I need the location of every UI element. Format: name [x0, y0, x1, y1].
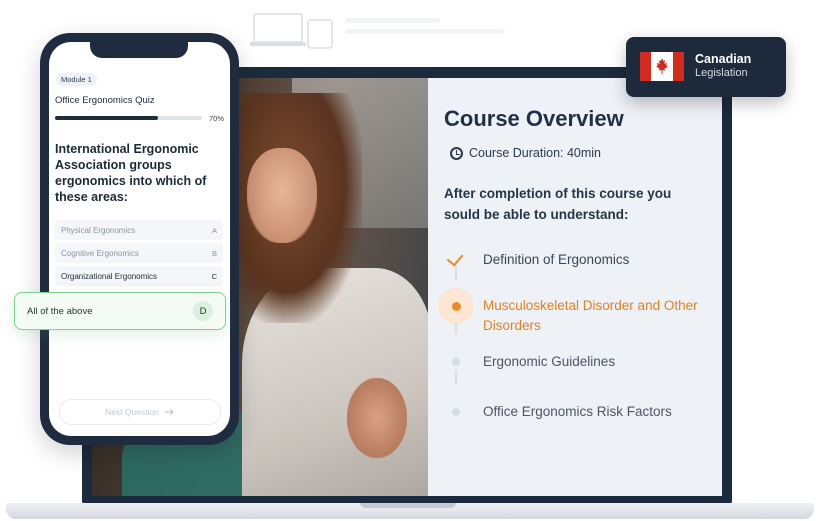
- badge-subtitle: Legislation: [695, 67, 748, 79]
- topic-marker: [438, 288, 474, 324]
- answer-option-text: Cognitive Ergonomics: [61, 248, 139, 258]
- quiz-progress-fill: [55, 116, 158, 120]
- quiz-title: Office Ergonomics Quiz: [55, 95, 155, 106]
- badge-title: Canadian: [695, 52, 752, 66]
- answer-option-key: D: [193, 301, 213, 321]
- topic-label: Musculoskeletal Disorder and Other Disor…: [483, 298, 698, 333]
- answer-option-a[interactable]: Physical Ergonomics A: [55, 220, 223, 240]
- legislation-badge[interactable]: Canadian Legislation: [626, 37, 786, 97]
- topic-marker: [442, 398, 470, 426]
- next-question-label: Next Question: [105, 407, 159, 417]
- topic-list: Definition of Ergonomics Musculoskeletal…: [428, 238, 722, 419]
- background-text-lines: [345, 18, 515, 44]
- topic-item[interactable]: Musculoskeletal Disorder and Other Disor…: [438, 288, 712, 336]
- phone-notch: [90, 42, 188, 58]
- quiz-question: International Ergonomic Association grou…: [55, 142, 207, 204]
- topic-item[interactable]: Definition of Ergonomics: [442, 246, 712, 274]
- photo-person-face: [247, 148, 317, 243]
- answer-option-d-selected[interactable]: All of the above D: [14, 292, 226, 330]
- clock-icon: [450, 146, 463, 160]
- topic-label: Ergonomic Guidelines: [483, 354, 616, 369]
- answer-option-key: B: [211, 248, 217, 258]
- laptop-base-notch: [360, 503, 456, 508]
- course-overview-panel: Course Overview Course Duration: 40min A…: [428, 78, 722, 496]
- answer-option-text: Physical Ergonomics: [61, 225, 136, 235]
- pending-dot-icon: [452, 408, 460, 416]
- topic-item[interactable]: Office Ergonomics Risk Factors: [442, 398, 712, 426]
- devices-illustration: [250, 10, 340, 50]
- answer-option-key: A: [211, 225, 217, 235]
- next-question-button[interactable]: Next Question: [59, 399, 221, 425]
- topic-item[interactable]: Ergonomic Guidelines: [442, 348, 712, 376]
- topic-marker: [442, 348, 470, 376]
- answer-option-c[interactable]: Organizational Ergonomics C: [55, 266, 223, 286]
- active-dot-icon: [452, 302, 461, 311]
- topic-label: Office Ergonomics Risk Factors: [483, 404, 672, 419]
- answer-option-key: C: [211, 271, 217, 281]
- photo-person-hand: [347, 378, 407, 458]
- pending-dot-icon: [452, 358, 460, 366]
- answer-option-text: Organizational Ergonomics: [61, 271, 158, 281]
- answer-option-text: All of the above: [27, 305, 93, 317]
- quiz-progress-label: 70%: [209, 114, 225, 123]
- arrow-right-icon: [164, 408, 174, 416]
- course-duration-text: Course Duration: 40min: [469, 146, 602, 160]
- topic-marker: [442, 246, 470, 274]
- canada-flag-icon: [640, 52, 684, 81]
- quiz-progress-bar: [55, 116, 202, 120]
- course-intro: After completion of this course you soul…: [444, 186, 672, 222]
- course-title: Course Overview: [444, 106, 624, 131]
- phone-screen: Module 1 Office Ergonomics Quiz 70% Inte…: [49, 42, 230, 436]
- module-tag: Module 1: [56, 73, 97, 86]
- course-duration: Course Duration: 40min: [450, 146, 601, 160]
- check-icon: [446, 249, 464, 267]
- topic-label: Definition of Ergonomics: [483, 252, 630, 267]
- answer-option-b[interactable]: Cognitive Ergonomics B: [55, 243, 223, 263]
